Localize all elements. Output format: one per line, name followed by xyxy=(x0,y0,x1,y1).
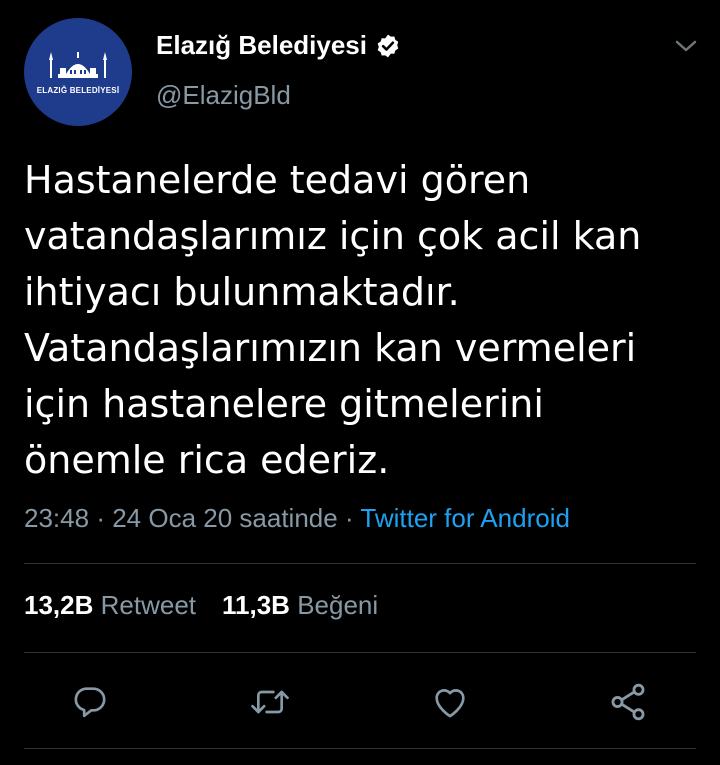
share-button[interactable] xyxy=(606,680,650,724)
tweet-meta: 23:48 · 24 Oca 20 saatinde · Twitter for… xyxy=(24,503,570,534)
action-bar xyxy=(0,680,720,728)
avatar[interactable]: ELAZIĞ BELEDİYESİ xyxy=(24,18,132,126)
display-name[interactable]: Elazığ Belediyesi xyxy=(156,30,367,61)
share-icon xyxy=(611,683,645,721)
reply-button[interactable] xyxy=(68,680,112,724)
tweet-time: 23:48 xyxy=(24,503,90,533)
tweet-stats: 13,2B Retweet 11,3B Beğeni xyxy=(24,590,378,621)
account-handle[interactable]: @ElazigBld xyxy=(156,80,291,111)
verified-badge-icon xyxy=(377,34,399,57)
like-icon xyxy=(435,689,465,718)
tweet-source-link[interactable]: Twitter for Android xyxy=(360,503,570,533)
chevron-down-icon[interactable] xyxy=(672,36,700,56)
retweets-label: Retweet xyxy=(100,590,197,620)
retweets-stat[interactable]: 13,2B Retweet xyxy=(24,590,196,621)
like-button[interactable] xyxy=(428,680,472,724)
account-name-row[interactable]: Elazığ Belediyesi xyxy=(156,30,401,61)
retweets-count: 13,2B xyxy=(24,590,94,620)
reply-icon xyxy=(74,687,106,718)
divider xyxy=(24,748,696,749)
municipality-logo-icon xyxy=(49,51,107,78)
meta-separator: · xyxy=(344,503,354,533)
meta-separator: · xyxy=(96,503,105,533)
likes-stat[interactable]: 11,3B Beğeni xyxy=(222,590,378,621)
retweet-icon xyxy=(251,690,289,714)
divider xyxy=(24,563,696,564)
retweet-button[interactable] xyxy=(248,680,292,724)
avatar-logo-text: ELAZIĞ BELEDİYESİ xyxy=(36,85,120,95)
likes-label: Beğeni xyxy=(297,590,379,620)
divider xyxy=(24,652,696,653)
tweet-text: Hastanelerde tedavi gören vatandaşlarımı… xyxy=(24,158,642,482)
likes-count: 11,3B xyxy=(222,590,290,620)
tweet-date: 24 Oca 20 saatinde xyxy=(112,503,338,533)
